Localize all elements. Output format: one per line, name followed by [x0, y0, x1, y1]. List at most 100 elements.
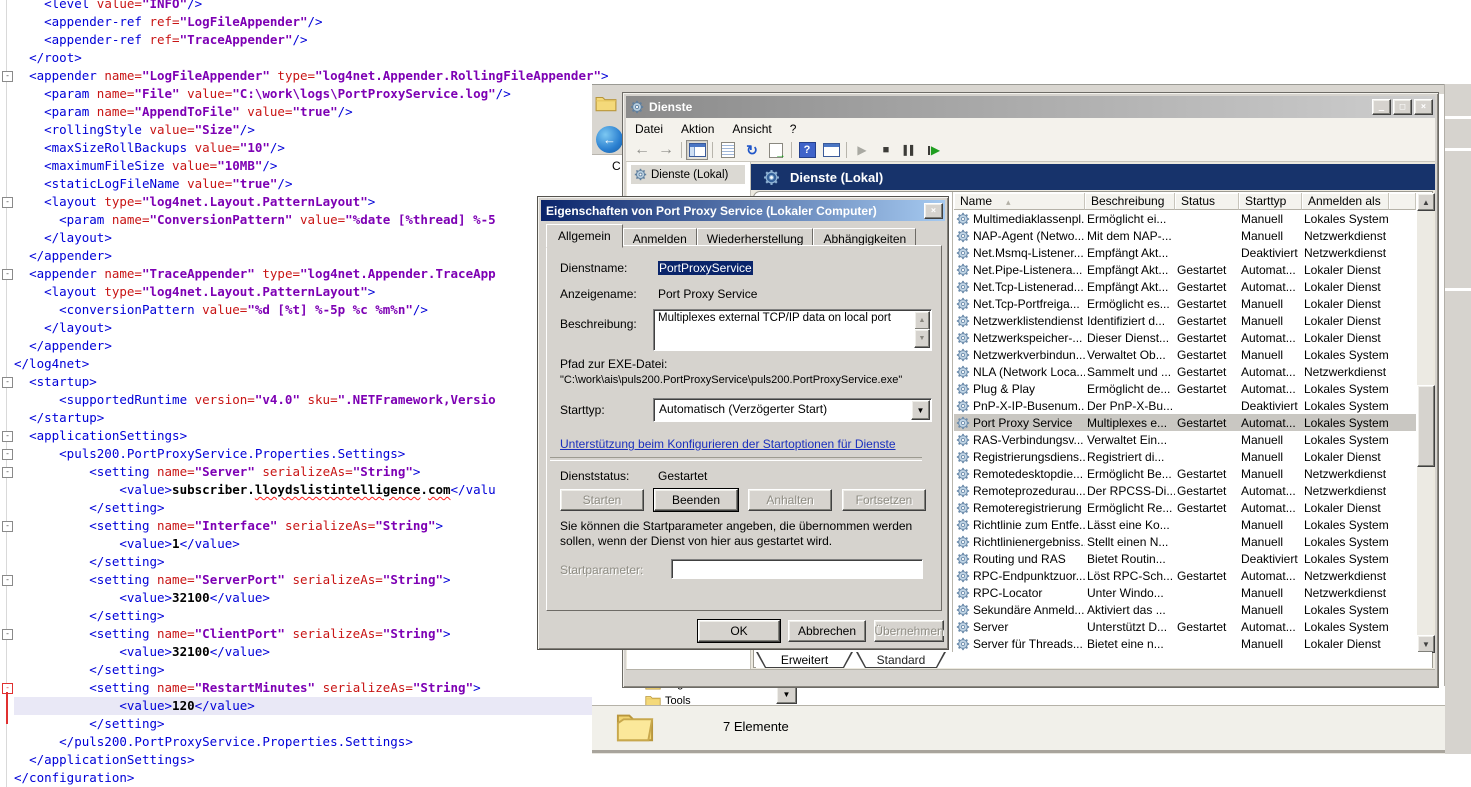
- scroll-down-icon[interactable]: ▼: [1417, 635, 1435, 653]
- fold-marker[interactable]: -: [2, 377, 13, 388]
- properties-icon[interactable]: [717, 140, 739, 160]
- service-name-cell: Richtlinienergebniss...: [954, 535, 1085, 549]
- service-row[interactable]: Remoteprozedurau...Der RPCSS-Di...Gestar…: [954, 482, 1416, 499]
- export-list-icon[interactable]: →: [765, 140, 787, 160]
- menu-item-help[interactable]: ?: [781, 120, 806, 138]
- service-row[interactable]: Plug & PlayErmöglicht de...GestartetAuto…: [954, 380, 1416, 397]
- fold-marker[interactable]: -: [2, 629, 13, 640]
- pause-service-icon[interactable]: ▌▌: [899, 140, 921, 160]
- folder-label: Tools: [665, 695, 691, 706]
- code-line: <value>120</value>: [14, 697, 255, 715]
- stop-service-icon[interactable]: ■: [875, 140, 897, 160]
- view-tab-standard[interactable]: Standard: [856, 652, 946, 668]
- service-row[interactable]: Netzwerkverbindun...Verwaltet Ob...Gesta…: [954, 346, 1416, 363]
- services-window-titlebar[interactable]: Dienste _□×: [626, 96, 1435, 118]
- back-icon[interactable]: ←: [596, 126, 622, 153]
- service-row[interactable]: Richtlinie zum Entfe...Lässt eine Ko...M…: [954, 516, 1416, 533]
- back-icon[interactable]: ←: [631, 140, 653, 160]
- service-row[interactable]: RPC-Endpunktzuor...Löst RPC-Sch...Gestar…: [954, 567, 1416, 584]
- service-row[interactable]: NLA (Network Loca...Sammelt und ...Gesta…: [954, 363, 1416, 380]
- fold-marker[interactable]: -: [2, 71, 13, 82]
- service-row[interactable]: Server für Threads...Bietet eine n...Man…: [954, 635, 1416, 652]
- menu-item-ansicht[interactable]: Ansicht: [723, 120, 780, 138]
- start-service-icon[interactable]: ▶: [851, 140, 873, 160]
- show-console-tree-icon[interactable]: [686, 140, 708, 160]
- fold-marker[interactable]: -: [2, 521, 13, 532]
- fold-marker[interactable]: -: [2, 449, 13, 460]
- maximize-button[interactable]: □: [1393, 99, 1412, 115]
- service-row[interactable]: Remotedesktopdie...Ermöglicht Be...Gesta…: [954, 465, 1416, 482]
- service-row[interactable]: Net.Pipe-Listenera...Empfängt Akt...Gest…: [954, 261, 1416, 278]
- service-row[interactable]: Richtlinienergebniss...Stellt einen N...…: [954, 533, 1416, 550]
- code-line: <setting name="Interface" serializeAs="S…: [14, 517, 443, 535]
- element-count: 7 Elemente: [723, 719, 789, 734]
- cancel-button[interactable]: Abbrechen: [788, 620, 866, 642]
- dialog-titlebar[interactable]: Eigenschaften von Port Proxy Service (Lo…: [541, 200, 945, 221]
- service-row[interactable]: Net.Tcp-Listenerad...Empfängt Akt...Gest…: [954, 278, 1416, 295]
- start-params-input[interactable]: [671, 559, 923, 579]
- restart-service-icon[interactable]: ▶: [923, 140, 945, 160]
- column-header-starttyp[interactable]: Starttyp: [1239, 193, 1302, 210]
- menu-item-aktion[interactable]: Aktion: [672, 120, 723, 138]
- service-row[interactable]: RemoteregistrierungErmöglicht Re...Gesta…: [954, 499, 1416, 516]
- service-row[interactable]: Net.Tcp-Portfreiga...Ermöglicht es...Ges…: [954, 295, 1416, 312]
- fold-marker[interactable]: -: [2, 575, 13, 586]
- ok-button[interactable]: OK: [698, 620, 780, 642]
- service-row[interactable]: Netzwerkspeicher-...Dieser Dienst...Gest…: [954, 329, 1416, 346]
- code-line: </setting>: [14, 553, 165, 571]
- column-header-beschreibung[interactable]: Beschreibung: [1085, 193, 1175, 210]
- fold-marker[interactable]: -: [2, 431, 13, 442]
- menu-item-datei[interactable]: Datei: [626, 120, 672, 138]
- tree-item-dienste-lokal[interactable]: Dienste (Lokal): [631, 165, 745, 184]
- service-row[interactable]: RPC-LocatorUnter Windo...ManuellNetzwerk…: [954, 584, 1416, 601]
- list-item[interactable]: Tools: [645, 694, 691, 705]
- column-header-anmelden-als[interactable]: Anmelden als: [1302, 193, 1389, 210]
- extended-view-icon[interactable]: [820, 140, 842, 160]
- close-icon[interactable]: ×: [924, 203, 943, 219]
- service-name-cell: RAS-Verbindungsv...: [954, 433, 1085, 447]
- pane-divider[interactable]: [952, 192, 953, 667]
- service-row[interactable]: Multimediaklassenpl...Ermöglicht ei...Ma…: [954, 210, 1416, 227]
- vertical-scrollbar[interactable]: ▲ ▼: [1417, 193, 1433, 651]
- service-name-cell: Net.Tcp-Listenerad...: [954, 280, 1085, 294]
- help-icon[interactable]: ?: [796, 140, 818, 160]
- description-field[interactable]: Multiplexes external TCP/IP data on loca…: [653, 309, 932, 351]
- refresh-icon[interactable]: ↻: [741, 140, 763, 160]
- close-button[interactable]: ×: [1414, 99, 1433, 115]
- service-row[interactable]: Net.Msmq-Listener...Empfängt Akt...Deakt…: [954, 244, 1416, 261]
- scroll-down-icon[interactable]: ▼: [914, 329, 930, 348]
- column-header-status[interactable]: Status: [1175, 193, 1239, 210]
- dialog-title: Eigenschaften von Port Proxy Service (Lo…: [546, 204, 877, 218]
- service-row[interactable]: Sekundäre Anmeld...Aktiviert das ...Manu…: [954, 601, 1416, 618]
- service-row[interactable]: NetzwerklistendienstIdentifiziert d...Ge…: [954, 312, 1416, 329]
- scrollbar-thumb[interactable]: [1417, 385, 1435, 467]
- beenden-button[interactable]: Beenden: [654, 489, 738, 511]
- scroll-up-icon[interactable]: ▲: [1417, 193, 1435, 211]
- tab-allgemein[interactable]: Allgemein: [546, 224, 623, 248]
- fold-marker[interactable]: -: [2, 467, 13, 478]
- service-row[interactable]: NAP-Agent (Netwo...Mit dem NAP-...Manuel…: [954, 227, 1416, 244]
- start-type-select[interactable]: Automatisch (Verzögerter Start) ▼: [653, 398, 932, 422]
- service-starttype: Automat...: [1239, 501, 1302, 515]
- label-starttyp: Starttyp:: [560, 403, 605, 417]
- service-starttype: Deaktiviert: [1239, 246, 1302, 260]
- service-row[interactable]: PnP-X-IP-Busenum...Der PnP-X-Bu...Deakti…: [954, 397, 1416, 414]
- column-header-name[interactable]: Name▴: [954, 193, 1085, 210]
- view-tab-erweitert[interactable]: Erweitert: [756, 652, 853, 668]
- minimize-button[interactable]: _: [1372, 99, 1391, 115]
- chevron-down-icon[interactable]: ▼: [911, 400, 930, 420]
- fold-marker[interactable]: -: [2, 269, 13, 280]
- service-row[interactable]: ServerUnterstützt D...GestartetAutomat..…: [954, 618, 1416, 635]
- scroll-up-icon[interactable]: ▲: [914, 311, 930, 330]
- forward-icon[interactable]: →: [655, 140, 677, 160]
- service-row[interactable]: Port Proxy ServiceMultiplexes e...Gestar…: [954, 414, 1416, 431]
- service-name-value[interactable]: PortProxyService: [658, 261, 753, 275]
- dropdown-icon[interactable]: ▼: [776, 686, 797, 704]
- service-row[interactable]: Registrierungsdiens...Registriert di...M…: [954, 448, 1416, 465]
- service-row[interactable]: Routing und RASBietet Routin...Deaktivie…: [954, 550, 1416, 567]
- startup-options-link[interactable]: Unterstützung beim Konfigurieren der Sta…: [560, 437, 896, 451]
- service-row[interactable]: RAS-Verbindungsv...Verwaltet Ein...Manue…: [954, 431, 1416, 448]
- fold-marker[interactable]: -: [2, 197, 13, 208]
- code-line: <puls200.PortProxyService.Properties.Set…: [14, 445, 405, 463]
- service-logon: Netzwerkdienst: [1302, 569, 1389, 583]
